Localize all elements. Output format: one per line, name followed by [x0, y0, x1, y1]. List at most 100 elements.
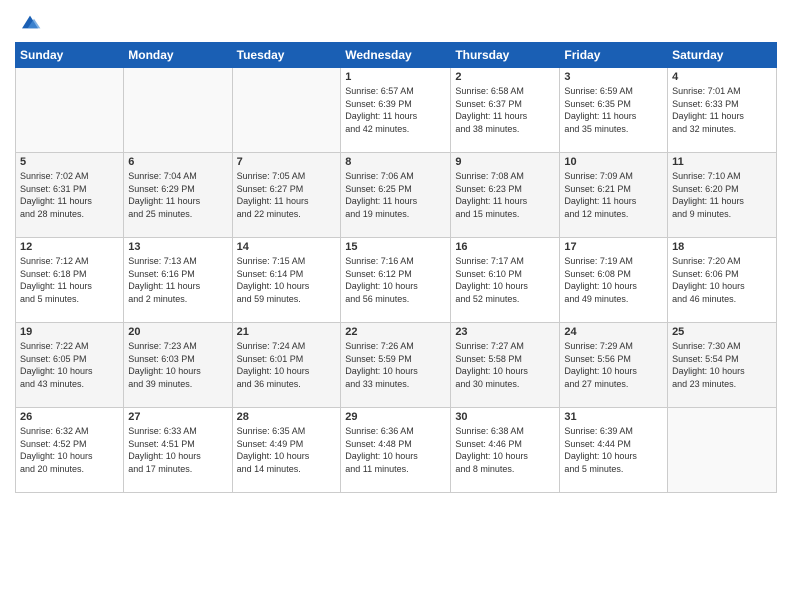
day-info: Sunrise: 7:15 AM Sunset: 6:14 PM Dayligh…	[237, 255, 337, 305]
weekday-header-thursday: Thursday	[451, 43, 560, 68]
logo-text	[15, 10, 42, 34]
header	[15, 10, 777, 34]
page: SundayMondayTuesdayWednesdayThursdayFrid…	[0, 0, 792, 503]
day-number: 17	[564, 241, 663, 253]
calendar-cell: 10 Sunrise: 7:09 AM Sunset: 6:21 PM Dayli…	[560, 153, 668, 238]
weekday-header-row: SundayMondayTuesdayWednesdayThursdayFrid…	[16, 43, 777, 68]
day-info: Sunrise: 6:38 AM Sunset: 4:46 PM Dayligh…	[455, 425, 555, 475]
day-number: 18	[672, 241, 772, 253]
calendar-cell: 6 Sunrise: 7:04 AM Sunset: 6:29 PM Daylig…	[124, 153, 232, 238]
day-number: 31	[564, 411, 663, 423]
calendar-cell: 1 Sunrise: 6:57 AM Sunset: 6:39 PM Daylig…	[341, 68, 451, 153]
day-number: 11	[672, 156, 772, 168]
day-info: Sunrise: 7:30 AM Sunset: 5:54 PM Dayligh…	[672, 340, 772, 390]
day-info: Sunrise: 6:58 AM Sunset: 6:37 PM Dayligh…	[455, 85, 555, 135]
calendar-cell: 13 Sunrise: 7:13 AM Sunset: 6:16 PM Dayli…	[124, 238, 232, 323]
day-number: 8	[345, 156, 446, 168]
weekday-header-saturday: Saturday	[668, 43, 777, 68]
day-number: 5	[20, 156, 119, 168]
calendar-cell: 28Sunrise: 6:35 AM Sunset: 4:49 PM Dayli…	[232, 408, 341, 493]
calendar-cell: 9Sunrise: 7:08 AM Sunset: 6:23 PM Daylig…	[451, 153, 560, 238]
calendar-cell: 5 Sunrise: 7:02 AM Sunset: 6:31 PM Daylig…	[16, 153, 124, 238]
weekday-header-sunday: Sunday	[16, 43, 124, 68]
day-info: Sunrise: 6:33 AM Sunset: 4:51 PM Dayligh…	[128, 425, 227, 475]
day-info: Sunrise: 7:04 AM Sunset: 6:29 PM Dayligh…	[128, 170, 227, 220]
logo-icon	[18, 10, 42, 34]
calendar-cell: 7Sunrise: 7:05 AM Sunset: 6:27 PM Daylig…	[232, 153, 341, 238]
calendar-cell: 21 Sunrise: 7:24 AM Sunset: 6:01 PM Dayli…	[232, 323, 341, 408]
calendar-cell: 17 Sunrise: 7:19 AM Sunset: 6:08 PM Dayli…	[560, 238, 668, 323]
weekday-header-tuesday: Tuesday	[232, 43, 341, 68]
day-number: 26	[20, 411, 119, 423]
calendar-cell: 18 Sunrise: 7:20 AM Sunset: 6:06 PM Dayli…	[668, 238, 777, 323]
day-number: 21	[237, 326, 337, 338]
day-info: Sunrise: 7:24 AM Sunset: 6:01 PM Dayligh…	[237, 340, 337, 390]
day-number: 1	[345, 71, 446, 83]
day-info: Sunrise: 7:26 AM Sunset: 5:59 PM Dayligh…	[345, 340, 446, 390]
calendar-cell: 30 Sunrise: 6:38 AM Sunset: 4:46 PM Dayli…	[451, 408, 560, 493]
day-number: 12	[20, 241, 119, 253]
calendar-cell: 27 Sunrise: 6:33 AM Sunset: 4:51 PM Dayli…	[124, 408, 232, 493]
calendar-cell: 19Sunrise: 7:22 AM Sunset: 6:05 PM Dayli…	[16, 323, 124, 408]
calendar: SundayMondayTuesdayWednesdayThursdayFrid…	[15, 42, 777, 493]
calendar-cell: 14 Sunrise: 7:15 AM Sunset: 6:14 PM Dayli…	[232, 238, 341, 323]
day-number: 29	[345, 411, 446, 423]
calendar-cell	[16, 68, 124, 153]
day-number: 2	[455, 71, 555, 83]
calendar-cell: 20Sunrise: 7:23 AM Sunset: 6:03 PM Dayli…	[124, 323, 232, 408]
weekday-header-monday: Monday	[124, 43, 232, 68]
week-row-3: 12Sunrise: 7:12 AM Sunset: 6:18 PM Dayli…	[16, 238, 777, 323]
calendar-cell: 2 Sunrise: 6:58 AM Sunset: 6:37 PM Daylig…	[451, 68, 560, 153]
day-info: Sunrise: 7:17 AM Sunset: 6:10 PM Dayligh…	[455, 255, 555, 305]
day-info: Sunrise: 7:20 AM Sunset: 6:06 PM Dayligh…	[672, 255, 772, 305]
day-info: Sunrise: 7:02 AM Sunset: 6:31 PM Dayligh…	[20, 170, 119, 220]
calendar-cell: 4 Sunrise: 7:01 AM Sunset: 6:33 PM Daylig…	[668, 68, 777, 153]
calendar-cell: 24 Sunrise: 7:29 AM Sunset: 5:56 PM Dayli…	[560, 323, 668, 408]
day-info: Sunrise: 7:01 AM Sunset: 6:33 PM Dayligh…	[672, 85, 772, 135]
week-row-2: 5 Sunrise: 7:02 AM Sunset: 6:31 PM Daylig…	[16, 153, 777, 238]
day-info: Sunrise: 6:57 AM Sunset: 6:39 PM Dayligh…	[345, 85, 446, 135]
day-number: 9	[455, 156, 555, 168]
day-number: 22	[345, 326, 446, 338]
day-info: Sunrise: 7:10 AM Sunset: 6:20 PM Dayligh…	[672, 170, 772, 220]
week-row-5: 26 Sunrise: 6:32 AM Sunset: 4:52 PM Dayli…	[16, 408, 777, 493]
day-info: Sunrise: 7:13 AM Sunset: 6:16 PM Dayligh…	[128, 255, 227, 305]
day-number: 3	[564, 71, 663, 83]
day-info: Sunrise: 7:06 AM Sunset: 6:25 PM Dayligh…	[345, 170, 446, 220]
calendar-cell: 3Sunrise: 6:59 AM Sunset: 6:35 PM Daylig…	[560, 68, 668, 153]
week-row-1: 1 Sunrise: 6:57 AM Sunset: 6:39 PM Daylig…	[16, 68, 777, 153]
day-number: 4	[672, 71, 772, 83]
day-number: 14	[237, 241, 337, 253]
calendar-cell	[124, 68, 232, 153]
day-number: 10	[564, 156, 663, 168]
day-info: Sunrise: 6:39 AM Sunset: 4:44 PM Dayligh…	[564, 425, 663, 475]
day-info: Sunrise: 6:36 AM Sunset: 4:48 PM Dayligh…	[345, 425, 446, 475]
calendar-cell: 23 Sunrise: 7:27 AM Sunset: 5:58 PM Dayli…	[451, 323, 560, 408]
calendar-cell: 11 Sunrise: 7:10 AM Sunset: 6:20 PM Dayli…	[668, 153, 777, 238]
calendar-cell: 31 Sunrise: 6:39 AM Sunset: 4:44 PM Dayli…	[560, 408, 668, 493]
day-info: Sunrise: 7:29 AM Sunset: 5:56 PM Dayligh…	[564, 340, 663, 390]
day-info: Sunrise: 7:27 AM Sunset: 5:58 PM Dayligh…	[455, 340, 555, 390]
calendar-cell: 22 Sunrise: 7:26 AM Sunset: 5:59 PM Dayli…	[341, 323, 451, 408]
day-number: 27	[128, 411, 227, 423]
calendar-cell: 16 Sunrise: 7:17 AM Sunset: 6:10 PM Dayli…	[451, 238, 560, 323]
day-info: Sunrise: 7:19 AM Sunset: 6:08 PM Dayligh…	[564, 255, 663, 305]
weekday-header-friday: Friday	[560, 43, 668, 68]
calendar-cell: 8 Sunrise: 7:06 AM Sunset: 6:25 PM Daylig…	[341, 153, 451, 238]
calendar-cell: 26 Sunrise: 6:32 AM Sunset: 4:52 PM Dayli…	[16, 408, 124, 493]
calendar-cell: 15Sunrise: 7:16 AM Sunset: 6:12 PM Dayli…	[341, 238, 451, 323]
day-number: 16	[455, 241, 555, 253]
day-number: 7	[237, 156, 337, 168]
day-number: 13	[128, 241, 227, 253]
day-number: 30	[455, 411, 555, 423]
calendar-cell: 12Sunrise: 7:12 AM Sunset: 6:18 PM Dayli…	[16, 238, 124, 323]
day-info: Sunrise: 7:22 AM Sunset: 6:05 PM Dayligh…	[20, 340, 119, 390]
day-number: 25	[672, 326, 772, 338]
day-number: 6	[128, 156, 227, 168]
day-number: 24	[564, 326, 663, 338]
day-info: Sunrise: 7:09 AM Sunset: 6:21 PM Dayligh…	[564, 170, 663, 220]
day-info: Sunrise: 6:32 AM Sunset: 4:52 PM Dayligh…	[20, 425, 119, 475]
day-number: 23	[455, 326, 555, 338]
calendar-cell	[232, 68, 341, 153]
calendar-cell: 29 Sunrise: 6:36 AM Sunset: 4:48 PM Dayli…	[341, 408, 451, 493]
